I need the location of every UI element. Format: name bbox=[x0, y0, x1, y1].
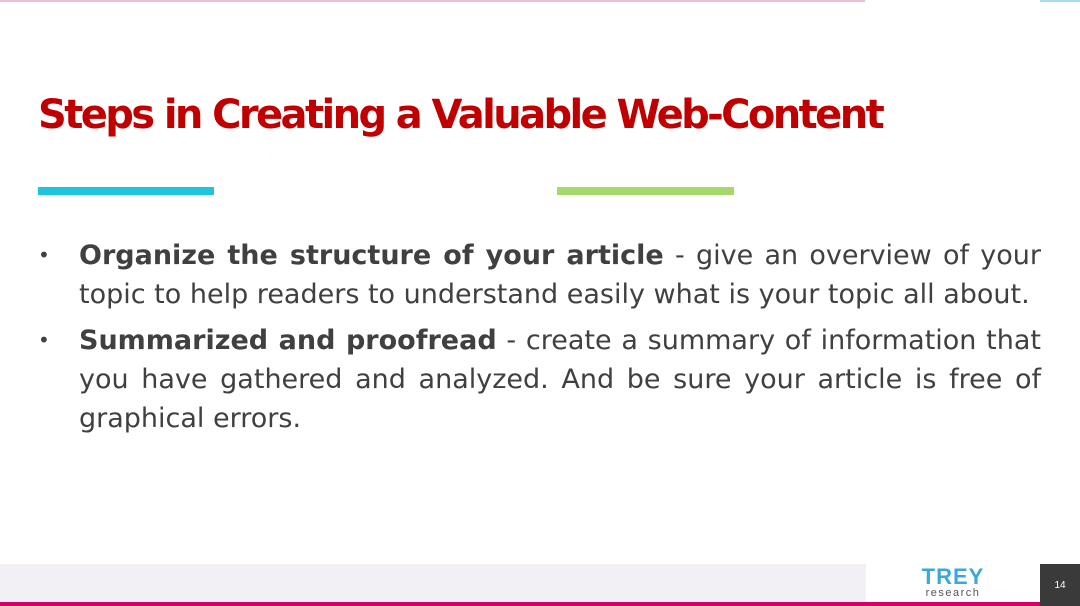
top-divider-line-right bbox=[1040, 0, 1080, 2]
footer-accent-line bbox=[0, 602, 1040, 606]
slide-title: Steps in Creating a Valuable Web-Content bbox=[38, 92, 885, 138]
bullet-icon: • bbox=[38, 243, 50, 267]
company-logo: TREY research bbox=[866, 564, 1040, 602]
bullet-term: Organize the structure of your article bbox=[79, 240, 664, 271]
bullet-list: • Organize the structure of your article… bbox=[38, 236, 1041, 445]
bullet-icon: • bbox=[38, 328, 50, 352]
bullet-item: • Organize the structure of your article… bbox=[38, 236, 1041, 314]
footer-band bbox=[0, 564, 866, 602]
bullet-item: • Summarized and proofread - create a su… bbox=[38, 321, 1041, 438]
logo-subtext: research bbox=[925, 587, 981, 599]
page-number: 14 bbox=[1040, 564, 1080, 606]
accent-bar-blue bbox=[38, 187, 214, 195]
accent-bar-green bbox=[557, 187, 734, 195]
top-divider-line bbox=[0, 0, 865, 2]
bullet-term: Summarized and proofread bbox=[79, 325, 497, 356]
logo-wordmark: TREY bbox=[921, 564, 985, 589]
slide: Steps in Creating a Valuable Web-Content… bbox=[0, 0, 1080, 606]
